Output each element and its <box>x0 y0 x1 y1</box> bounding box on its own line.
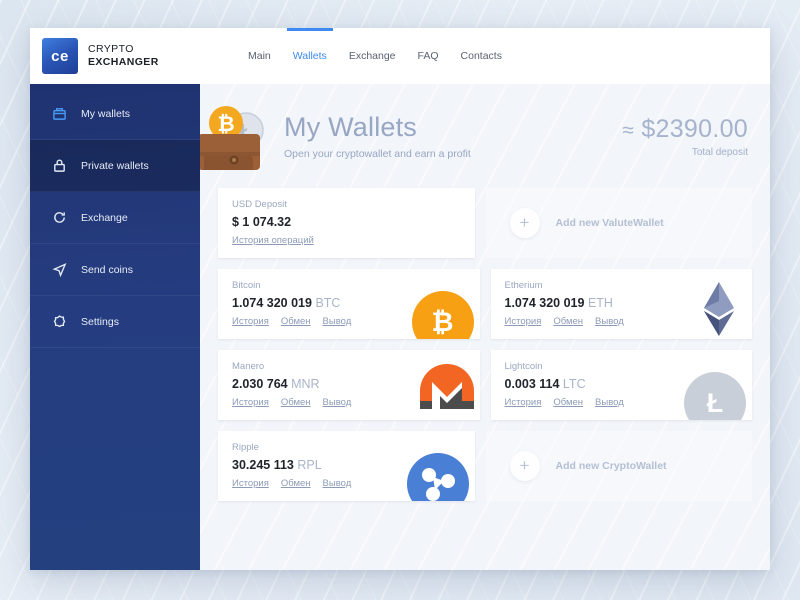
sidebar-item-send-coins[interactable]: Send coins <box>30 244 200 296</box>
gear-icon <box>52 314 67 329</box>
logo-mark-icon: ce <box>42 38 78 74</box>
history-link[interactable]: История <box>505 316 542 327</box>
ripple-icon <box>406 453 469 501</box>
total-deposit-amount: ≈ $2390.00 <box>622 115 748 144</box>
withdraw-link[interactable]: Вывод <box>323 316 352 327</box>
wallet-name-ripple: Ripple <box>232 442 259 453</box>
sidebar-label-settings: Settings <box>81 315 119 328</box>
wallet-card-manero[interactable]: Manero 2.030 764 MNR История Обмен Вывод <box>218 350 480 420</box>
sidebar-item-private-wallets[interactable]: Private wallets <box>30 140 200 192</box>
top-navigation-bar: ce CRYPTO EXCHANGER Main Wallets Exchang… <box>30 28 770 84</box>
wallet-value-ripple: 30.245 113 <box>232 458 294 472</box>
sidebar: My wallets Private wallets Exchange Send… <box>30 84 200 570</box>
wallet-ticker-bitcoin: BTC <box>315 296 341 310</box>
page-header: Ł ₿ My Wallets Open your cryptowallet an… <box>200 84 752 188</box>
wallet-row-rpl-add: Ripple 30.245 113 RPL История Обмен Выво… <box>218 431 752 501</box>
history-link[interactable]: История <box>232 397 269 408</box>
sidebar-label-send-coins: Send coins <box>81 263 133 276</box>
wallet-name-bitcoin: Bitcoin <box>232 280 261 291</box>
add-valute-wallet-button[interactable]: + Add new ValuteWallet <box>485 188 752 258</box>
nav-item-faq[interactable]: FAQ <box>418 28 439 84</box>
wallet-card-lightcoin[interactable]: Lightcoin 0.003 114 LTC История Обмен Вы… <box>490 350 752 420</box>
add-crypto-wallet-label: Add new CryptoWallet <box>555 460 667 472</box>
wallet-grid: USD Deposit $ 1 074.32 История операций … <box>218 188 752 501</box>
usd-deposit-amount: $ 1 074.32 <box>232 215 292 229</box>
wallet-card-bitcoin[interactable]: Bitcoin 1.074 320 019 BTC История Обмен … <box>218 269 480 339</box>
sidebar-item-my-wallets[interactable]: My wallets <box>30 88 200 140</box>
brand-name: CRYPTO EXCHANGER <box>88 43 159 69</box>
nav-item-contacts[interactable]: Contacts <box>461 28 502 84</box>
sidebar-label-my-wallets: My wallets <box>81 107 131 120</box>
page-title-block: My Wallets Open your cryptowallet and ea… <box>284 112 471 160</box>
sidebar-label-exchange: Exchange <box>81 211 128 224</box>
wallet-icon <box>52 106 67 121</box>
wallet-with-coins-illustration: Ł ₿ <box>200 90 282 182</box>
exchange-link[interactable]: Обмен <box>553 397 583 408</box>
send-icon <box>52 262 67 278</box>
sidebar-item-exchange[interactable]: Exchange <box>30 192 200 244</box>
sidebar-item-settings[interactable]: Settings <box>30 296 200 348</box>
history-link[interactable]: История <box>232 478 269 489</box>
withdraw-link[interactable]: Вывод <box>595 316 624 327</box>
usd-deposit-label: USD Deposit <box>232 199 287 210</box>
plus-icon: + <box>509 208 540 238</box>
wallet-value-manero: 2.030 764 <box>232 377 288 391</box>
exchange-link[interactable]: Обмен <box>281 478 311 489</box>
wallet-ticker-lightcoin: LTC <box>562 377 586 391</box>
brand-line-1: CRYPTO <box>88 43 134 55</box>
app-window: ce CRYPTO EXCHANGER Main Wallets Exchang… <box>30 28 770 570</box>
ethereum-icon <box>696 281 742 337</box>
page-subtitle: Open your cryptowallet and earn a profit <box>284 148 471 160</box>
lock-icon <box>52 158 67 173</box>
approx-symbol: ≈ <box>622 118 635 142</box>
usd-deposit-links: История операций <box>232 235 461 246</box>
total-deposit-value: $2390.00 <box>641 114 748 143</box>
wallet-row-usd: USD Deposit $ 1 074.32 История операций … <box>218 188 752 258</box>
svg-text:₿: ₿ <box>217 113 234 136</box>
exchange-link[interactable]: Обмен <box>281 397 311 408</box>
withdraw-link[interactable]: Вывод <box>323 478 352 489</box>
add-valute-wallet-label: Add new ValuteWallet <box>555 217 664 229</box>
wallet-name-lightcoin: Lightcoin <box>504 361 543 372</box>
history-link[interactable]: История <box>232 316 269 327</box>
wallet-row-mnr-ltc: Manero 2.030 764 MNR История Обмен Вывод <box>218 350 752 420</box>
usd-operations-history-link[interactable]: История операций <box>232 235 314 246</box>
refresh-icon <box>52 210 67 225</box>
wallet-card-etherium[interactable]: Etherium 1.074 320 019 ETH История Обмен… <box>490 269 752 339</box>
wallet-ticker-etherium: ETH <box>587 296 613 310</box>
withdraw-link[interactable]: Вывод <box>595 397 624 408</box>
main-nav: Main Wallets Exchange FAQ Contacts <box>248 28 502 84</box>
wallet-value-lightcoin: 0.003 114 <box>504 377 560 391</box>
monero-icon <box>418 362 476 420</box>
history-link[interactable]: История <box>505 397 542 408</box>
wallet-row-btc-eth: Bitcoin 1.074 320 019 BTC История Обмен … <box>218 269 752 339</box>
main-content: Ł ₿ My Wallets Open your cryptowallet an… <box>200 84 770 570</box>
brand-line-2: EXCHANGER <box>88 56 159 68</box>
withdraw-link[interactable]: Вывод <box>323 397 352 408</box>
add-crypto-wallet-button[interactable]: + Add new CryptoWallet <box>485 431 752 501</box>
sidebar-label-private-wallets: Private wallets <box>81 159 149 172</box>
wallet-value-etherium: 1.074 320 019 <box>504 296 585 310</box>
usd-deposit-card[interactable]: USD Deposit $ 1 074.32 История операций <box>218 188 475 258</box>
plus-icon: + <box>509 451 540 481</box>
total-deposit-label: Total deposit <box>691 146 748 158</box>
app-body: My wallets Private wallets Exchange Send… <box>30 84 770 570</box>
total-deposit-block: ≈ $2390.00 Total deposit <box>622 115 752 158</box>
wallet-ticker-ripple: RPL <box>297 458 322 472</box>
exchange-link[interactable]: Обмен <box>553 316 583 327</box>
exchange-link[interactable]: Обмен <box>281 316 311 327</box>
wallet-card-ripple[interactable]: Ripple 30.245 113 RPL История Обмен Выво… <box>218 431 475 501</box>
nav-item-exchange[interactable]: Exchange <box>349 28 396 84</box>
nav-item-wallets[interactable]: Wallets <box>286 28 333 84</box>
nav-item-main[interactable]: Main <box>248 28 271 84</box>
page-title: My Wallets <box>284 112 418 142</box>
wallet-value-bitcoin: 1.074 320 019 <box>232 296 312 310</box>
wallet-ticker-manero: MNR <box>291 377 320 391</box>
brand-logo[interactable]: ce CRYPTO EXCHANGER <box>30 28 200 84</box>
